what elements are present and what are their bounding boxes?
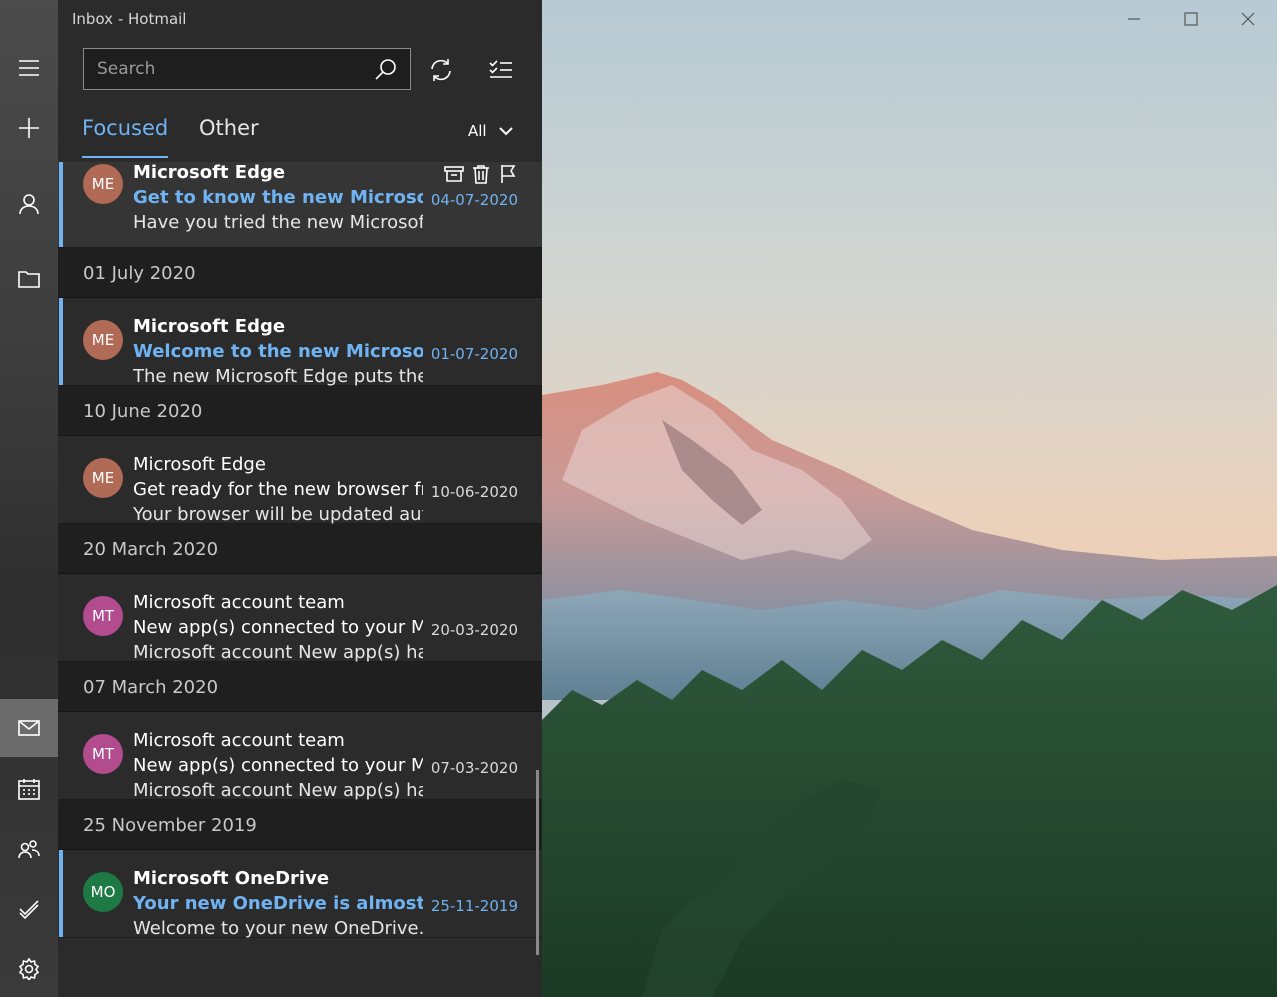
hamburger-icon <box>19 60 39 76</box>
message-item[interactable]: MO Microsoft OneDrive Your new OneDrive … <box>58 850 542 939</box>
tab-focused[interactable]: Focused <box>82 116 168 140</box>
flag-icon[interactable] <box>498 164 518 184</box>
message-sender: Microsoft OneDrive <box>133 868 330 889</box>
avatar: ME <box>83 164 123 204</box>
message-subject: New app(s) connected to your Microsoft <box>133 617 423 638</box>
avatar: ME <box>83 320 123 360</box>
message-date: 10-06-2020 <box>430 483 518 501</box>
mail-icon <box>18 720 40 736</box>
date-group-header: 25 November 2019 <box>58 800 542 850</box>
mountain-landscape-image <box>542 372 1277 997</box>
scrollbar[interactable] <box>536 770 539 955</box>
avatar: MT <box>83 734 123 774</box>
message-subject: Your new OneDrive is almost set up <box>133 893 423 914</box>
selection-mode-button[interactable] <box>485 54 517 86</box>
message-list: ME Microsoft Edge Get to know the new Mi… <box>58 162 542 939</box>
calendar-icon <box>18 779 40 800</box>
message-subject: Get ready for the new browser from <box>133 479 423 500</box>
people-app-button[interactable] <box>0 820 58 878</box>
mail-app-button[interactable] <box>0 699 58 757</box>
search-input[interactable] <box>84 49 364 89</box>
checklist-icon <box>489 60 512 78</box>
message-item[interactable]: MT Microsoft account team New app(s) con… <box>58 712 542 801</box>
message-preview: The new Microsoft Edge puts the web <box>133 366 423 387</box>
mail-list-pane: Inbox - Hotmail Focused Other All ME Mic… <box>58 0 542 997</box>
tab-other[interactable]: Other <box>199 116 259 140</box>
message-preview: Your browser will be updated automatical… <box>133 504 423 525</box>
date-group-header: 20 March 2020 <box>58 524 542 574</box>
message-item[interactable]: ME Microsoft Edge Get ready for the new … <box>58 436 542 525</box>
message-item[interactable]: ME Microsoft Edge Welcome to the new Mic… <box>58 298 542 387</box>
reading-pane-background <box>542 0 1277 997</box>
close-icon <box>1241 12 1254 26</box>
menu-button[interactable] <box>0 39 58 97</box>
navigation-rail <box>0 0 58 997</box>
date-group-header: 10 June 2020 <box>58 386 542 436</box>
message-subject: Get to know the new Microsoft Edge <box>133 187 423 208</box>
message-item[interactable]: MT Microsoft account team New app(s) con… <box>58 574 542 663</box>
gear-icon <box>18 958 40 980</box>
message-sender: Microsoft account team <box>133 730 345 751</box>
message-subject: Welcome to the new Microsoft Edge <box>133 341 423 362</box>
folder-icon <box>18 271 40 288</box>
accounts-button[interactable] <box>0 175 58 233</box>
message-preview: Microsoft account New app(s) have <box>133 780 423 801</box>
todo-app-button[interactable] <box>0 879 58 937</box>
delete-icon[interactable] <box>471 164 491 184</box>
date-group-header: 07 March 2020 <box>58 662 542 712</box>
plus-icon <box>19 118 39 138</box>
maximize-button[interactable] <box>1162 0 1219 38</box>
avatar: ME <box>83 458 123 498</box>
message-date: 07-03-2020 <box>430 759 518 777</box>
close-button[interactable] <box>1219 0 1276 38</box>
archive-icon[interactable] <box>444 164 464 184</box>
chevron-down-icon <box>498 127 513 136</box>
new-mail-button[interactable] <box>0 99 58 157</box>
maximize-icon <box>1183 12 1198 26</box>
todo-icon <box>19 900 39 919</box>
message-preview: Welcome to your new OneDrive. There <box>133 918 423 939</box>
message-subject: New app(s) connected to your Microsoft <box>133 755 423 776</box>
search-box[interactable] <box>83 48 411 90</box>
message-date: 25-11-2019 <box>430 897 518 915</box>
folders-button[interactable] <box>0 250 58 308</box>
message-sender: Microsoft Edge <box>133 454 266 475</box>
message-sender: Microsoft account team <box>133 592 345 613</box>
calendar-app-button[interactable] <box>0 760 58 818</box>
filter-dropdown[interactable]: All <box>468 122 513 140</box>
message-sender: Microsoft Edge <box>133 162 286 183</box>
date-group-header: 01 July 2020 <box>58 248 542 298</box>
message-item[interactable]: ME Microsoft Edge Get to know the new Mi… <box>58 162 542 248</box>
message-preview: Have you tried the new Microsoft Edge <box>133 212 423 233</box>
avatar: MT <box>83 596 123 636</box>
person-icon <box>19 194 39 215</box>
people-icon <box>18 840 40 859</box>
search-icon[interactable] <box>374 57 398 81</box>
message-sender: Microsoft Edge <box>133 316 286 337</box>
filter-label: All <box>468 122 487 140</box>
tab-indicator <box>82 156 168 158</box>
message-date: 04-07-2020 <box>430 191 518 209</box>
minimize-icon <box>1127 18 1140 20</box>
window-title: Inbox - Hotmail <box>72 10 187 28</box>
settings-button[interactable] <box>0 940 58 997</box>
sync-button[interactable] <box>425 54 457 86</box>
minimize-button[interactable] <box>1105 0 1162 38</box>
avatar: MO <box>83 872 123 912</box>
message-date: 20-03-2020 <box>430 621 518 639</box>
message-quick-actions <box>444 164 518 184</box>
message-preview: Microsoft account New app(s) have <box>133 642 423 663</box>
message-date: 01-07-2020 <box>430 345 518 363</box>
sync-icon <box>431 59 451 81</box>
